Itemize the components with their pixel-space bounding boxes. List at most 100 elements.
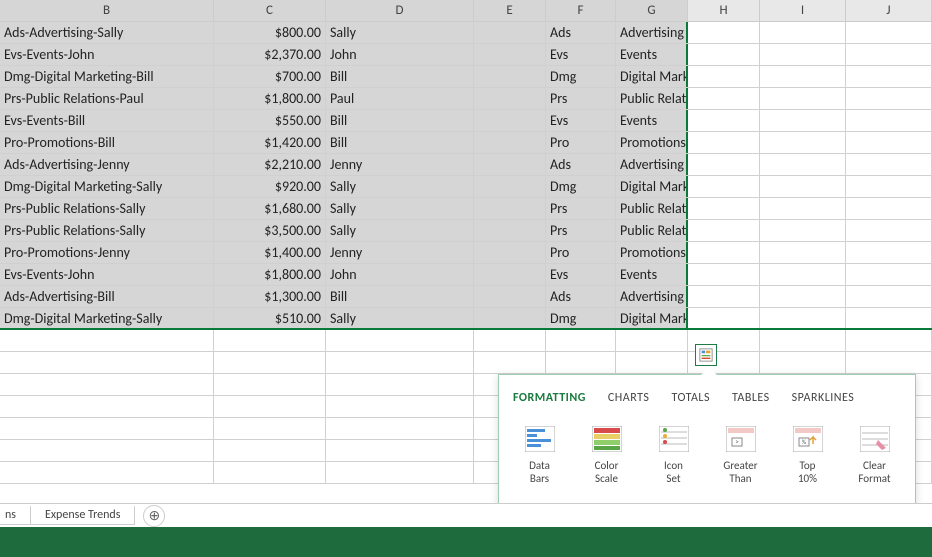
table-row[interactable]: Evs-Events-John$1,800.00JohnEvsEvents [0,264,932,286]
cell[interactable] [474,154,546,175]
cell[interactable] [474,308,546,328]
col-header-f[interactable]: F [546,0,616,21]
cell[interactable]: Prs-Public Relations-Sally [0,220,214,241]
cell[interactable] [0,330,214,351]
cell[interactable] [760,264,846,285]
cell[interactable] [0,418,214,439]
cell[interactable] [846,330,932,351]
cell[interactable] [760,88,846,109]
cell[interactable] [760,44,846,65]
cell[interactable]: Advertising [616,154,688,175]
table-row[interactable]: Prs-Public Relations-Paul$1,800.00PaulPr… [0,88,932,110]
cell[interactable] [688,286,760,307]
cell[interactable] [474,352,546,373]
cell[interactable]: Ads [546,286,616,307]
cell[interactable]: $510.00 [214,308,326,328]
cell[interactable] [688,132,760,153]
cell[interactable]: Dmg [546,176,616,197]
cell[interactable]: Prs-Public Relations-Sally [0,198,214,219]
cell[interactable] [688,110,760,131]
cell[interactable] [846,22,932,43]
cell[interactable] [760,154,846,175]
cell[interactable] [326,418,474,439]
cell[interactable]: Sally [326,176,474,197]
table-row[interactable]: Evs-Events-John$2,370.00JohnEvsEvents [0,44,932,66]
quick-analysis-button[interactable] [695,344,717,366]
cell[interactable] [474,132,546,153]
cell[interactable]: Digital Marketing [616,66,688,87]
cell[interactable] [214,396,326,417]
cell[interactable] [214,330,326,351]
opt-greater-than[interactable]: > GreaterThan [716,425,765,485]
cell[interactable] [474,176,546,197]
cell[interactable] [474,44,546,65]
cell[interactable]: Sally [326,308,474,328]
cell[interactable]: Pro [546,242,616,263]
cell[interactable] [846,66,932,87]
col-header-h[interactable]: H [688,0,760,21]
tab-charts[interactable]: CHARTS [608,389,650,407]
cell[interactable] [326,396,474,417]
cell[interactable] [760,242,846,263]
table-row[interactable]: Ads-Advertising-Sally$800.00SallyAdsAdve… [0,22,932,44]
cell[interactable] [474,286,546,307]
cell[interactable]: Pro [546,132,616,153]
cell[interactable] [760,352,846,373]
cell[interactable] [846,242,932,263]
sheet-tab-expense-trends[interactable]: Expense Trends [30,506,135,525]
cell[interactable]: Public Relations [616,220,688,241]
cell[interactable]: John [326,44,474,65]
cell[interactable]: Digital Marketing [616,308,688,328]
cell[interactable]: Digital Marketing [616,176,688,197]
cell[interactable]: Advertising [616,286,688,307]
cell[interactable]: Ads [546,154,616,175]
cell[interactable] [846,44,932,65]
cell[interactable] [688,44,760,65]
table-row[interactable]: Prs-Public Relations-Sally$3,500.00Sally… [0,220,932,242]
cell[interactable] [688,176,760,197]
cell[interactable]: $1,680.00 [214,198,326,219]
cell[interactable]: Promotions [616,242,688,263]
cell[interactable] [760,110,846,131]
cell[interactable]: Sally [326,220,474,241]
cell[interactable]: $1,800.00 [214,264,326,285]
opt-color-scale[interactable]: ColorScale [582,425,631,485]
cell[interactable]: Ads [546,22,616,43]
col-header-c[interactable]: C [214,0,326,21]
cell[interactable] [760,308,846,328]
cell[interactable] [846,286,932,307]
cell[interactable] [326,330,474,351]
cell[interactable]: Dmg-Digital Marketing-Sally [0,308,214,328]
cell[interactable] [474,66,546,87]
cell[interactable]: Public Relations [616,198,688,219]
table-row[interactable]: Ads-Advertising-Bill$1,300.00BillAdsAdve… [0,286,932,308]
cell[interactable] [326,440,474,461]
cell[interactable] [0,352,214,373]
col-header-e[interactable]: E [474,0,546,21]
cell[interactable]: Bill [326,286,474,307]
cell[interactable]: Promotions [616,132,688,153]
cell[interactable] [616,352,688,373]
cell[interactable]: Evs [546,44,616,65]
cell[interactable] [846,154,932,175]
add-sheet-button[interactable]: ⊕ [143,505,165,527]
cell[interactable] [214,374,326,395]
col-header-d[interactable]: D [326,0,474,21]
cell[interactable] [688,154,760,175]
cell[interactable] [0,440,214,461]
cell[interactable] [846,132,932,153]
cell[interactable]: $2,370.00 [214,44,326,65]
cell[interactable]: $3,500.00 [214,220,326,241]
cell[interactable] [0,462,214,483]
cell[interactable]: Evs-Events-John [0,44,214,65]
cell[interactable] [846,198,932,219]
cell[interactable] [326,462,474,483]
col-header-j[interactable]: J [846,0,932,21]
cell[interactable] [688,308,760,328]
cell[interactable] [760,286,846,307]
tab-formatting[interactable]: FORMATTING [513,389,586,407]
cell[interactable] [474,110,546,131]
cell[interactable]: Evs-Events-John [0,264,214,285]
cell[interactable]: Bill [326,66,474,87]
cell[interactable]: $1,300.00 [214,286,326,307]
